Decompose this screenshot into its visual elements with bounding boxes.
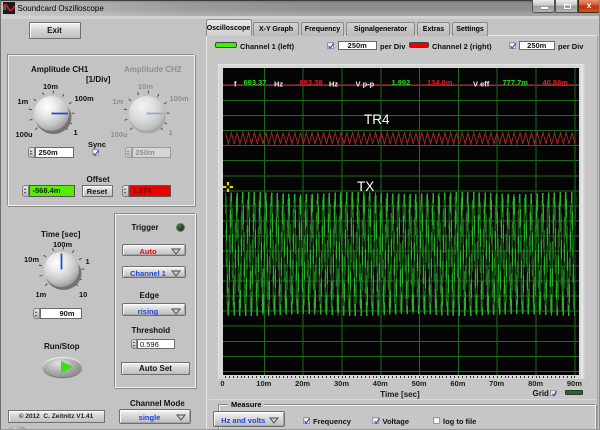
svg-text:1.992: 1.992: [391, 78, 410, 87]
svg-text:40.86m: 40.86m: [542, 78, 568, 87]
svg-text:TR4: TR4: [364, 112, 390, 127]
svg-text:Hz: Hz: [329, 80, 338, 89]
svg-text:V eff: V eff: [473, 80, 490, 89]
svg-text:134.0m: 134.0m: [427, 78, 453, 87]
svg-text:V p-p: V p-p: [355, 80, 374, 89]
svg-text:777.7m: 777.7m: [502, 78, 528, 87]
svg-text:693.37: 693.37: [243, 78, 266, 87]
svg-text:693.38: 693.38: [299, 78, 322, 87]
svg-text:TX: TX: [357, 179, 374, 194]
svg-text:Hz: Hz: [274, 80, 283, 89]
